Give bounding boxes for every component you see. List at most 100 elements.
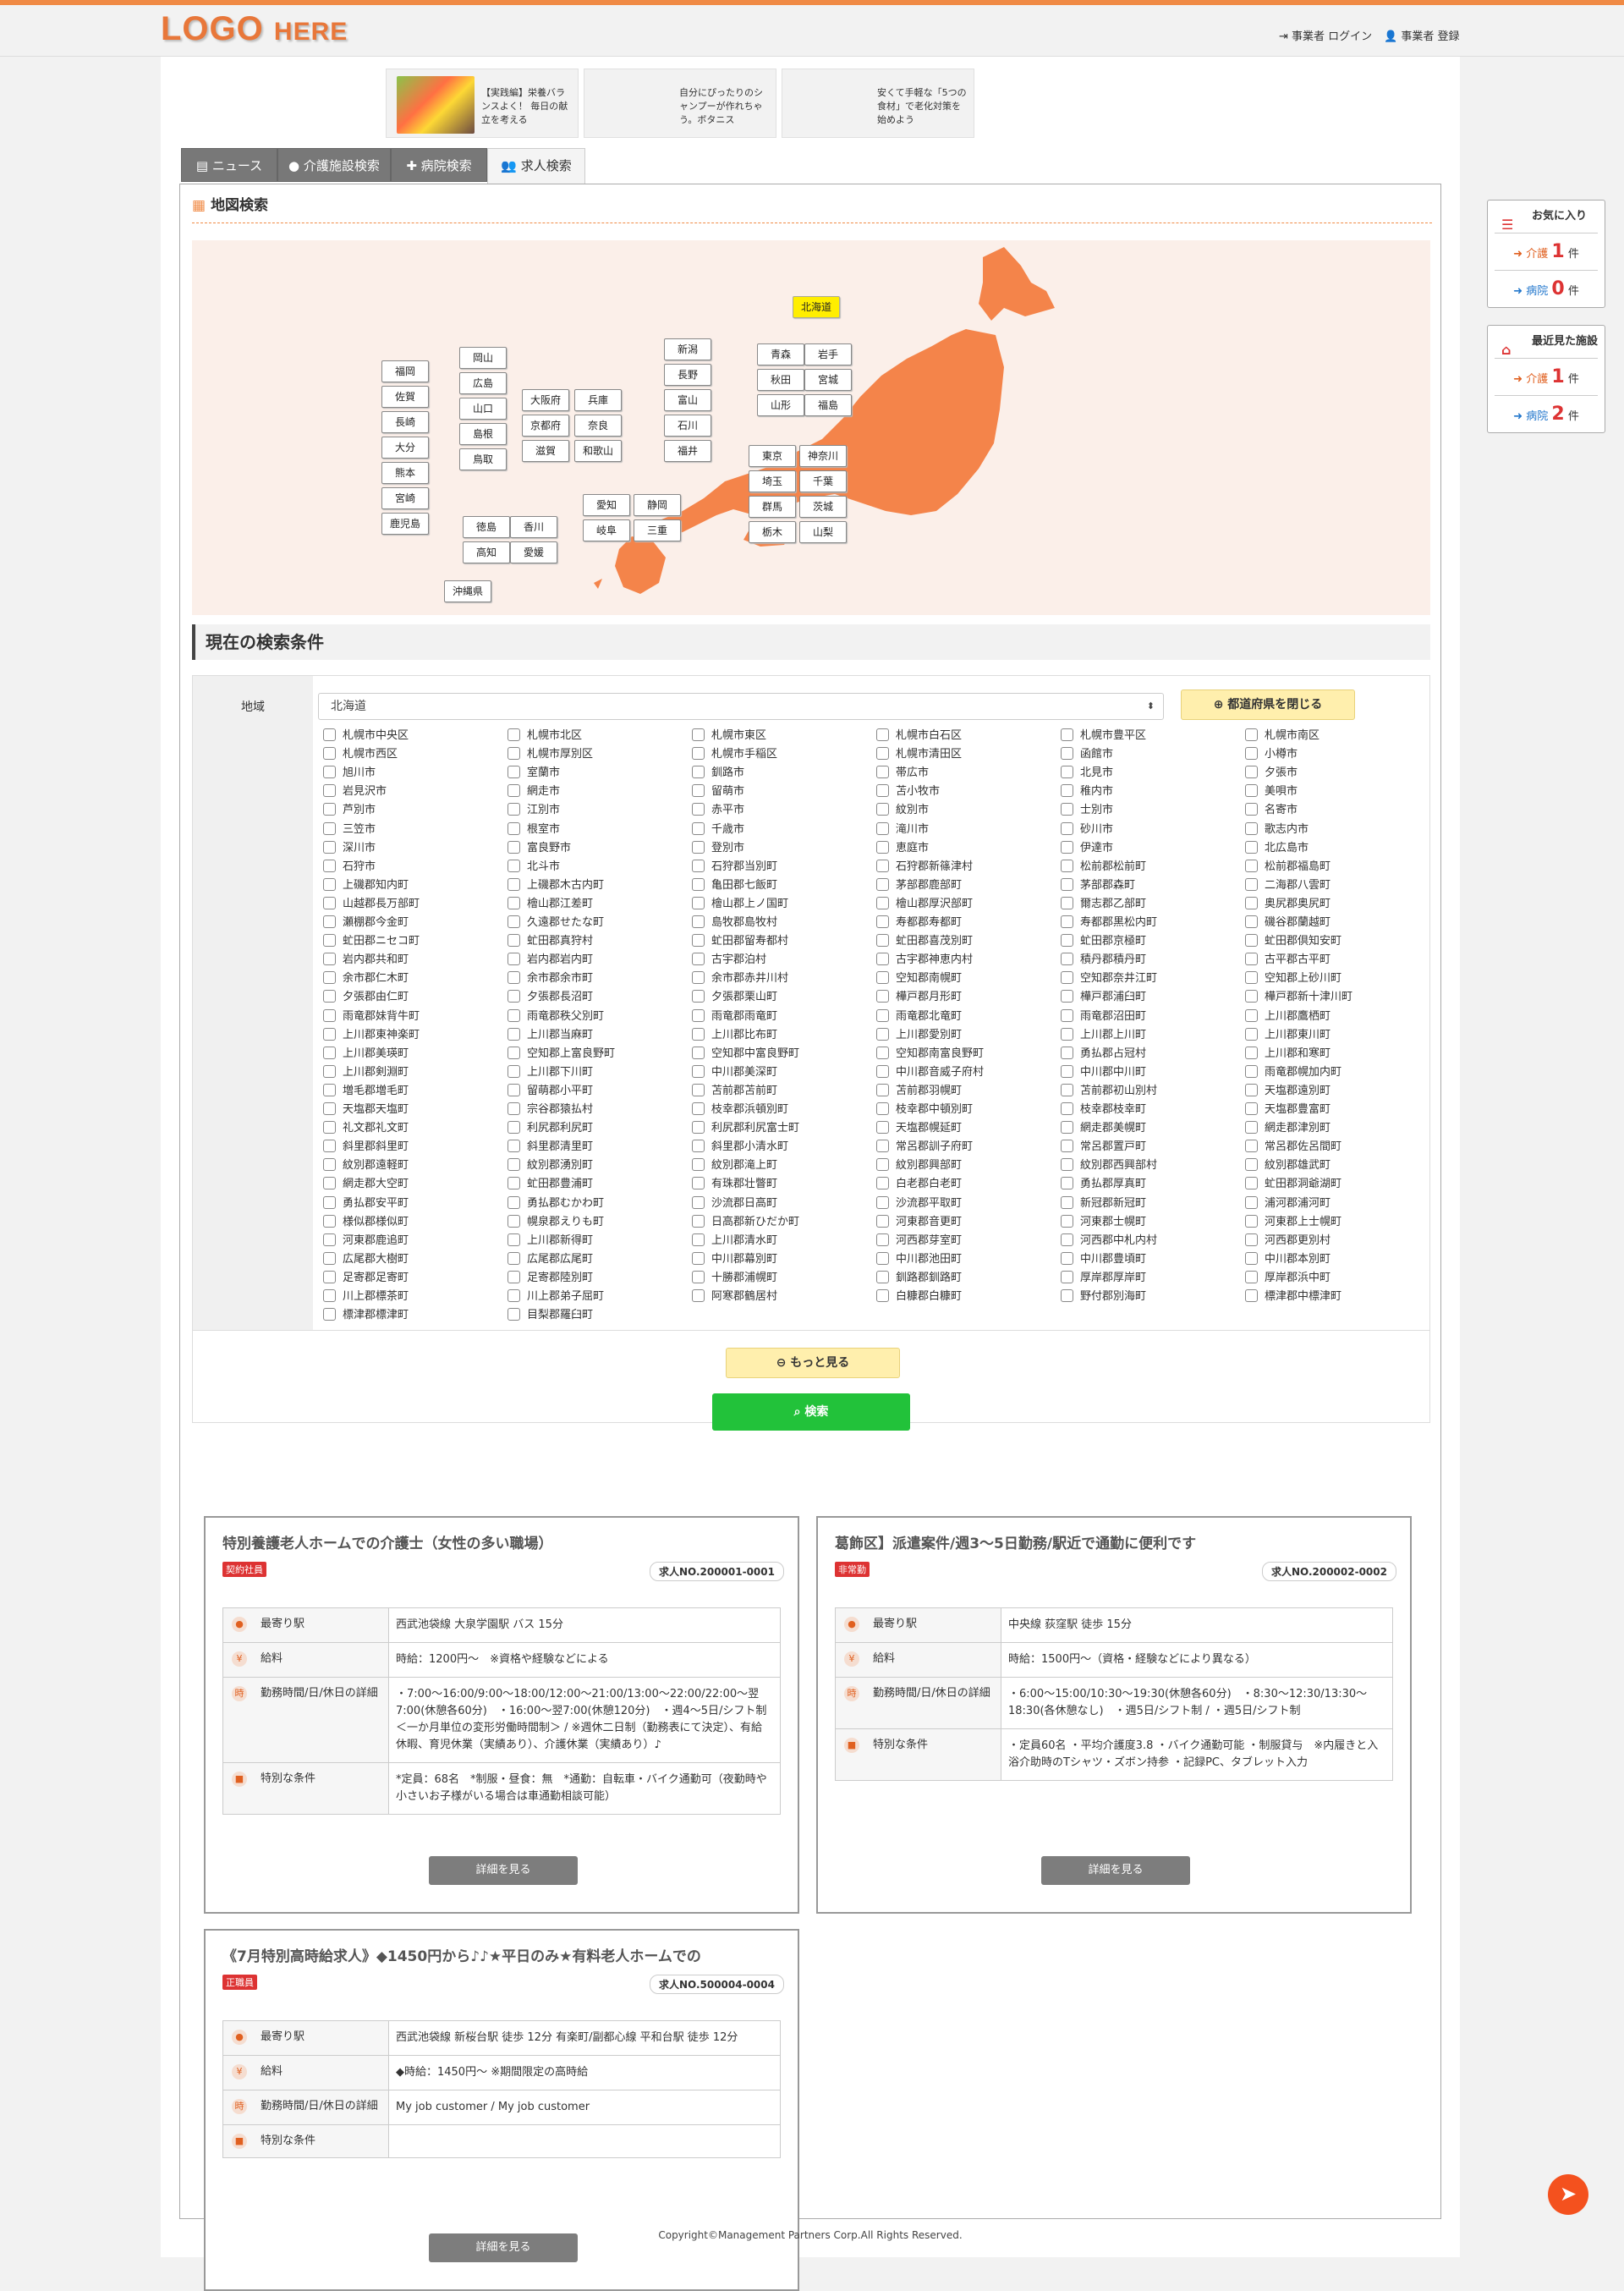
city-checkbox[interactable]: 河東郡鹿追町 (323, 1233, 409, 1249)
city-checkbox[interactable]: 砂川市 (1061, 821, 1113, 838)
checkbox-square[interactable] (1061, 728, 1073, 741)
checkbox-square[interactable] (323, 915, 336, 928)
pref-button[interactable]: 奈良 (574, 415, 622, 437)
city-checkbox[interactable]: 虻田郡ニセコ町 (323, 934, 420, 949)
checkbox-square[interactable] (1061, 1140, 1073, 1153)
checkbox-square[interactable] (692, 1064, 705, 1078)
checkbox-square[interactable] (692, 1289, 705, 1302)
checkbox-square[interactable] (1245, 1046, 1258, 1059)
checkbox-square[interactable] (508, 1008, 520, 1022)
checkbox-square[interactable] (1061, 1233, 1073, 1246)
tab-care-facility[interactable]: ● 介護施設検索 (277, 148, 391, 182)
city-checkbox[interactable]: 空知郡奈井江町 (1061, 971, 1157, 986)
checkbox-square[interactable] (508, 766, 520, 779)
checkbox-square[interactable] (876, 1270, 889, 1283)
checkbox-square[interactable] (692, 1158, 705, 1172)
checkbox-square[interactable] (323, 859, 336, 872)
logo[interactable]: LOGO HERE (161, 10, 348, 48)
checkbox-square[interactable] (508, 990, 520, 1003)
pref-button[interactable]: 高知 (463, 541, 510, 563)
checkbox-square[interactable] (876, 1195, 889, 1209)
checkbox-square[interactable] (1061, 877, 1073, 891)
checkbox-square[interactable] (692, 747, 705, 761)
checkbox-square[interactable] (692, 915, 705, 928)
city-checkbox[interactable]: 河東郡上士幌町 (1245, 1214, 1341, 1230)
city-checkbox[interactable]: 北斗市 (508, 859, 560, 875)
city-checkbox[interactable]: 足寄郡陸別町 (508, 1270, 593, 1286)
checkbox-square[interactable] (1245, 1195, 1258, 1209)
checkbox-square[interactable] (1245, 1158, 1258, 1172)
city-checkbox[interactable]: 網走郡津別町 (1245, 1121, 1330, 1136)
city-checkbox[interactable]: 紋別郡遠軽町 (323, 1158, 409, 1173)
city-checkbox[interactable]: 北見市 (1061, 766, 1113, 781)
checkbox-square[interactable] (1245, 766, 1258, 779)
checkbox-square[interactable] (323, 840, 336, 854)
city-checkbox[interactable]: 河西郡芽室町 (876, 1233, 962, 1249)
city-checkbox[interactable]: 中川郡音威子府村 (876, 1064, 984, 1080)
pref-button[interactable]: 福島 (804, 394, 852, 416)
checkbox-square[interactable] (1245, 784, 1258, 798)
city-checkbox[interactable]: 札幌市中央区 (323, 728, 409, 744)
checkbox-square[interactable] (876, 1177, 889, 1190)
city-checkbox[interactable]: 松前郡福島町 (1245, 859, 1330, 875)
view-details-button[interactable]: 詳細を見る (429, 1856, 578, 1885)
checkbox-square[interactable] (323, 953, 336, 966)
tab-job-search[interactable]: 👥 求人検索 (487, 148, 585, 184)
city-checkbox[interactable]: 虻田郡喜茂別町 (876, 934, 973, 949)
city-checkbox[interactable]: 樺戸郡月形町 (876, 990, 962, 1005)
checkbox-square[interactable] (1061, 1064, 1073, 1078)
city-checkbox[interactable]: 阿寒郡鶴居村 (692, 1289, 777, 1305)
checkbox-square[interactable] (876, 1251, 889, 1265)
city-checkbox[interactable]: 勇払郡厚真町 (1061, 1177, 1146, 1192)
checkbox-square[interactable] (876, 859, 889, 872)
city-checkbox[interactable]: 虻田郡京極町 (1061, 934, 1146, 949)
checkbox-square[interactable] (1061, 1289, 1073, 1302)
city-checkbox[interactable]: 上川郡東神楽町 (323, 1027, 420, 1043)
city-checkbox[interactable]: 上川郡比布町 (692, 1027, 777, 1043)
checkbox-square[interactable] (692, 953, 705, 966)
checkbox-square[interactable] (1245, 1008, 1258, 1022)
checkbox-square[interactable] (508, 1064, 520, 1078)
pref-button[interactable]: 石川 (664, 415, 711, 437)
city-checkbox[interactable]: 日高郡新ひだか町 (692, 1214, 799, 1230)
city-checkbox[interactable]: 野付郡別海町 (1061, 1289, 1146, 1305)
pref-button[interactable]: 宮崎 (381, 487, 429, 509)
city-checkbox[interactable]: 標津郡標津町 (323, 1308, 409, 1323)
checkbox-square[interactable] (1245, 1270, 1258, 1283)
checkbox-square[interactable] (508, 953, 520, 966)
checkbox-square[interactable] (323, 877, 336, 891)
checkbox-square[interactable] (692, 1195, 705, 1209)
city-checkbox[interactable]: 札幌市白石区 (876, 728, 962, 744)
checkbox-square[interactable] (1061, 990, 1073, 1003)
city-checkbox[interactable]: 紋別郡滝上町 (692, 1158, 777, 1173)
city-checkbox[interactable]: 北広島市 (1245, 840, 1309, 856)
checkbox-square[interactable] (1245, 1177, 1258, 1190)
checkbox-square[interactable] (876, 728, 889, 741)
city-checkbox[interactable]: 紋別郡西興部村 (1061, 1158, 1157, 1173)
checkbox-square[interactable] (1061, 1121, 1073, 1135)
pref-button[interactable]: 熊本 (381, 462, 429, 484)
city-checkbox[interactable]: 夕張市 (1245, 766, 1298, 781)
city-checkbox[interactable]: 河西郡中札内村 (1061, 1233, 1157, 1249)
city-checkbox[interactable]: 中川郡幕別町 (692, 1251, 777, 1267)
city-checkbox[interactable]: 留萌市 (692, 784, 744, 799)
city-checkbox[interactable]: 常呂郡佐呂間町 (1245, 1140, 1341, 1155)
city-checkbox[interactable]: 岩見沢市 (323, 784, 387, 799)
city-checkbox[interactable]: 上磯郡知内町 (323, 877, 409, 893)
checkbox-square[interactable] (1061, 766, 1073, 779)
city-checkbox[interactable]: 増毛郡増毛町 (323, 1083, 409, 1099)
city-checkbox[interactable]: 苫前郡羽幌町 (876, 1083, 962, 1099)
checkbox-square[interactable] (1245, 1121, 1258, 1135)
city-checkbox[interactable]: 紋別郡雄武町 (1245, 1158, 1330, 1173)
city-checkbox[interactable]: 寿都郡寿都町 (876, 915, 962, 931)
checkbox-square[interactable] (692, 896, 705, 909)
city-checkbox[interactable]: 沙流郡平取町 (876, 1195, 962, 1211)
city-checkbox[interactable]: 空知郡中富良野町 (692, 1046, 799, 1062)
checkbox-square[interactable] (1245, 728, 1258, 741)
city-checkbox[interactable]: 網走郡美幌町 (1061, 1121, 1146, 1136)
checkbox-square[interactable] (876, 1083, 889, 1096)
checkbox-square[interactable] (876, 896, 889, 909)
city-checkbox[interactable]: 釧路郡釧路町 (876, 1270, 962, 1286)
job-title[interactable]: 《7月特別高時給求人》◆1450円から♪♪★平日のみ★有料老人ホームでの (222, 1944, 784, 1965)
checkbox-square[interactable] (692, 1214, 705, 1228)
